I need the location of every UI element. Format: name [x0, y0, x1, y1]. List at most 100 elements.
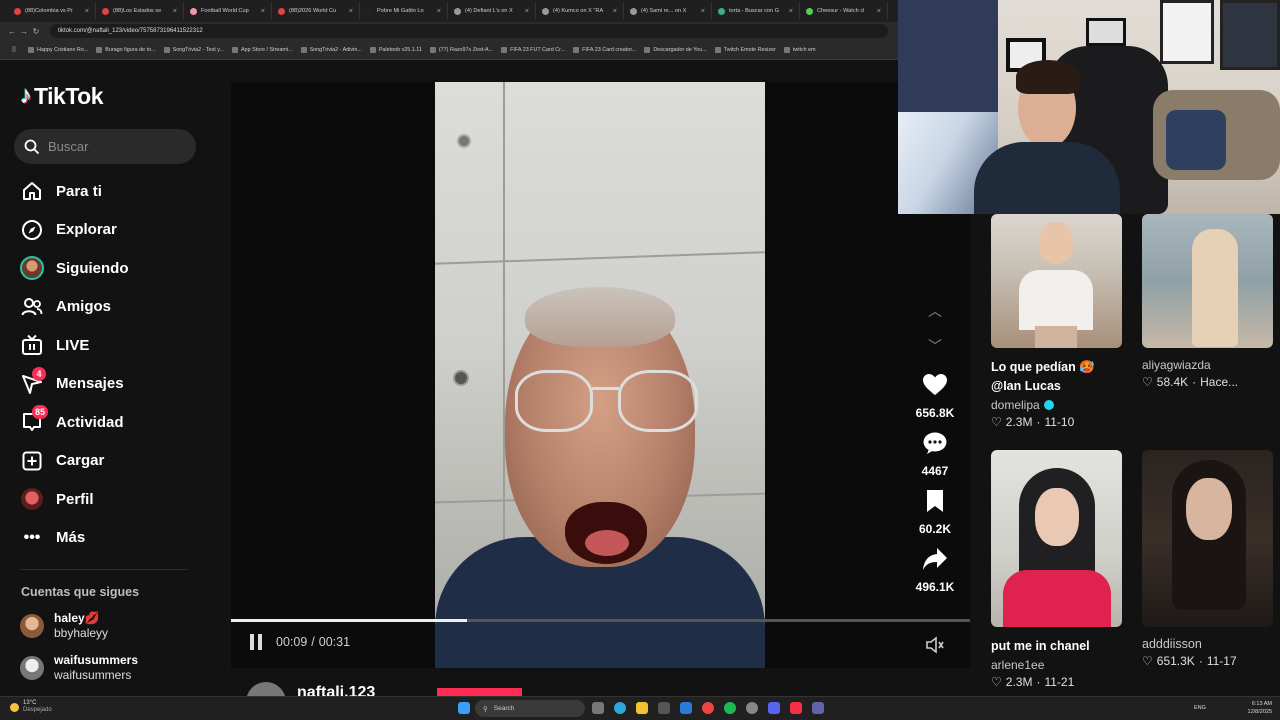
browser-tab[interactable]: (4) Kumco on X "RA ×	[536, 2, 624, 20]
bookmark-item[interactable]: Happy Cristiano Ro...	[28, 46, 88, 53]
card-date: 11-17	[1206, 654, 1237, 668]
bookmark-item[interactable]: Twitch Emote Resizer	[714, 46, 776, 53]
video-card[interactable]: Lo que pedían 🥵 @Ian Lucas domelipa ♡ 2.3…	[991, 214, 1122, 429]
card-thumbnail	[1142, 450, 1273, 627]
reload-icon[interactable]: ↻	[30, 27, 42, 36]
music-icon[interactable]	[790, 702, 802, 714]
following-account[interactable]: waifusummers waifusummers	[20, 653, 138, 683]
video-progress[interactable]	[231, 619, 970, 622]
weather-widget[interactable]: 13°C Despejado	[10, 700, 52, 714]
close-tab-icon[interactable]: ×	[701, 8, 705, 15]
bookmark-item[interactable]: Descargador de You...	[644, 46, 707, 53]
card-date: 11-10	[1044, 415, 1075, 429]
tiktok-logo[interactable]: ♪ TikTok	[20, 82, 104, 110]
chrome-icon[interactable]	[702, 702, 714, 714]
forward-icon[interactable]: →	[18, 27, 30, 36]
bookmark-item[interactable]: SongTrivia2 - Test y...	[163, 46, 224, 53]
card-user: aliyagwiazda	[1142, 358, 1211, 372]
close-tab-icon[interactable]: ×	[525, 8, 529, 15]
discord-icon[interactable]	[768, 702, 780, 714]
browser-tab[interactable]: (88)Colombia vs Pr ×	[8, 2, 96, 20]
back-icon[interactable]: ←	[6, 27, 18, 36]
bookmark-item[interactable]: App Store / Streami...	[232, 46, 293, 53]
nav-siguiendo[interactable]: Siguiendo	[20, 249, 210, 288]
bookmark-item[interactable]: SongTrivia2 - Adivin...	[300, 46, 362, 53]
nav-mas[interactable]: ••• Más	[20, 519, 210, 558]
duration: 00:31	[318, 635, 351, 649]
card-likes: 2.3M	[1005, 675, 1033, 689]
clock[interactable]: 6:13 AM 12/8/2025	[1248, 700, 1272, 716]
close-tab-icon[interactable]: ×	[437, 8, 441, 15]
save-action[interactable]: 60.2K	[905, 489, 965, 536]
video-card[interactable]: put me in chanel arlene1ee ♡ 2.3M · 11-21	[991, 450, 1122, 689]
spotify-icon[interactable]	[724, 702, 736, 714]
video-frame[interactable]	[435, 82, 765, 668]
nav-actividad[interactable]: 85 Actividad	[20, 403, 210, 442]
comment-action[interactable]: 4467	[905, 431, 965, 478]
like-action[interactable]: 656.8K	[905, 373, 965, 420]
browser-tab[interactable]: (88)Los Estados se ×	[96, 2, 184, 20]
nav-perfil[interactable]: Perfil	[20, 480, 210, 519]
close-tab-icon[interactable]: ×	[85, 8, 89, 15]
bookmark-favicon-icon	[644, 46, 651, 53]
bookmark-icon	[927, 490, 943, 512]
card-thumbnail	[991, 214, 1122, 348]
sidebar-divider	[20, 569, 188, 570]
playback-controls: 00:09 / 00:31	[250, 634, 350, 650]
card-user: arlene1ee	[991, 658, 1045, 672]
close-tab-icon[interactable]: ×	[613, 8, 617, 15]
volume-icon[interactable]	[925, 636, 945, 659]
bookmark-item[interactable]: FIFA 23 FUT Card Cr...	[501, 46, 565, 53]
nav-mensajes[interactable]: 4 Mensajes	[20, 365, 210, 404]
nav-amigos[interactable]: Amigos	[20, 288, 210, 327]
close-tab-icon[interactable]: ×	[261, 8, 265, 15]
taskbar-search[interactable]: ⚲ Search	[475, 700, 585, 717]
nav-para-ti[interactable]: Para ti	[20, 172, 210, 211]
edge-icon[interactable]	[614, 702, 626, 714]
apps-icon[interactable]: ⠿	[8, 46, 20, 54]
browser-tab[interactable]: (4) Sami re... on X ×	[624, 2, 712, 20]
share-action[interactable]: 496.1K	[905, 547, 965, 594]
follow-button[interactable]	[437, 688, 522, 696]
bookmark-item[interactable]: Burago figura de to...	[96, 46, 156, 53]
close-tab-icon[interactable]: ×	[349, 8, 353, 15]
chevron-up-icon[interactable]: ︿	[925, 301, 945, 321]
settings-icon[interactable]	[746, 702, 758, 714]
tab-favicon-icon	[102, 7, 109, 15]
browser-tab[interactable]: (4) Defiant L's on X ×	[448, 2, 536, 20]
nav-cargar[interactable]: Cargar	[20, 442, 210, 481]
nav-explorar[interactable]: Explorar	[20, 211, 210, 250]
bookmark-item[interactable]: Paletoob v25.1.11	[369, 46, 422, 53]
card-likes: 2.3M	[1005, 415, 1033, 429]
search-bar[interactable]: Buscar	[14, 129, 196, 164]
comment-icon	[923, 432, 947, 454]
mail-icon[interactable]	[680, 702, 692, 714]
following-account[interactable]: haley💋 bbyhaleyy	[20, 611, 108, 641]
close-tab-icon[interactable]: ×	[789, 8, 793, 15]
pause-icon[interactable]	[250, 634, 266, 650]
bookmark-favicon-icon	[714, 46, 721, 53]
task-view-icon[interactable]	[592, 702, 604, 714]
teams-icon[interactable]	[812, 702, 824, 714]
share-icon	[923, 548, 947, 570]
tab-favicon-icon	[542, 7, 549, 15]
browser-tab[interactable]: Cheesur - Watch cl ×	[800, 2, 888, 20]
browser-tab[interactable]: Football World Cup ×	[184, 2, 272, 20]
bookmark-item[interactable]: FIFA 23 Card creator...	[573, 46, 636, 53]
windows-start-icon[interactable]	[458, 702, 470, 714]
video-card[interactable]: aliyagwiazda ♡ 58.4K · Hace...	[1142, 214, 1273, 389]
browser-tab[interactable]: torta - Buscar con G ×	[712, 2, 800, 20]
url-field[interactable]: tiktok.com/@naftali_123/video/7575873196…	[50, 24, 888, 38]
file-explorer-icon[interactable]	[636, 702, 648, 714]
close-tab-icon[interactable]: ×	[877, 8, 881, 15]
video-card[interactable]: adddiisson ♡ 651.3K · 11-17	[1142, 450, 1273, 668]
nav-live[interactable]: LIVE	[20, 326, 210, 365]
bookmark-item[interactable]: (77) Razo97s Zest-A...	[429, 46, 493, 53]
browser-tab[interactable]: (88)2026 World Cu ×	[272, 2, 360, 20]
calculator-icon[interactable]	[658, 702, 670, 714]
chevron-down-icon[interactable]: ﹀	[925, 336, 945, 356]
close-tab-icon[interactable]: ×	[173, 8, 177, 15]
language-indicator[interactable]: ENG	[1194, 705, 1206, 711]
bookmark-item[interactable]: twitch em	[783, 46, 816, 53]
browser-tab[interactable]: Pobre Mi Gatito Lo ×	[360, 2, 448, 20]
